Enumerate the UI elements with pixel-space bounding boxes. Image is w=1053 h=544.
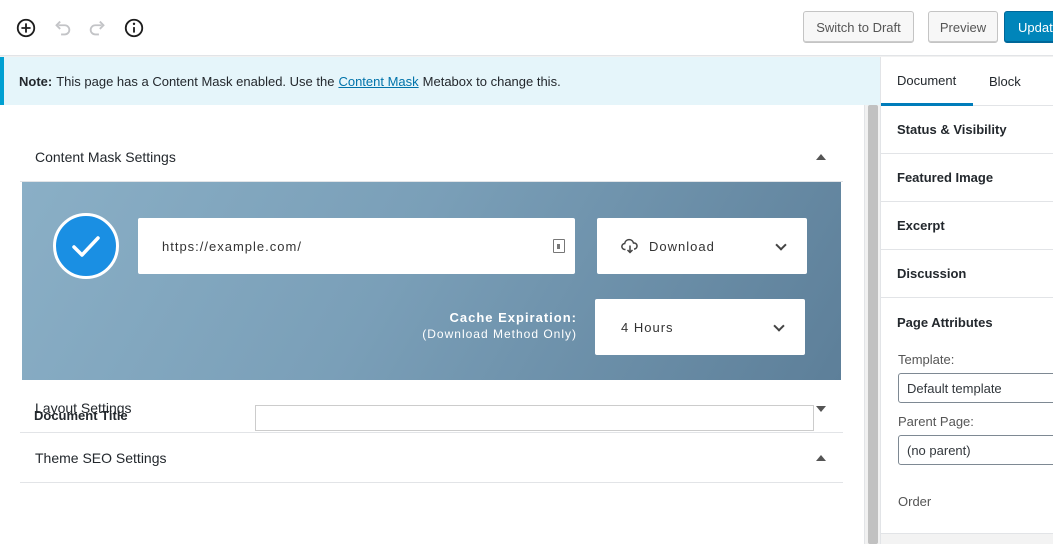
add-block-icon[interactable] — [14, 16, 38, 40]
sidebar-item-featured-image[interactable]: Featured Image — [881, 154, 1053, 202]
order-label: Order — [898, 494, 932, 509]
content-mask-notice: Note: This page has a Content Mask enabl… — [0, 57, 880, 105]
settings-sidebar: Document Block Status & Visibility Featu… — [880, 57, 1053, 544]
content-mask-settings-header[interactable]: Content Mask Settings — [20, 132, 843, 182]
redo-icon[interactable] — [86, 16, 110, 40]
chevron-down-icon — [775, 239, 787, 251]
theme-seo-settings-header[interactable]: Theme SEO Settings — [20, 433, 843, 483]
switch-to-draft-button[interactable]: Switch to Draft — [803, 11, 914, 43]
template-label: Template: — [898, 352, 955, 367]
sidebar-item-excerpt[interactable]: Excerpt — [881, 202, 1053, 250]
tab-document[interactable]: Document — [881, 57, 973, 106]
editor-content: Content Mask Settings https://example.co… — [0, 105, 864, 544]
sidebar-bottom-strip — [881, 533, 1053, 544]
template-select[interactable]: Default template — [898, 373, 1053, 403]
caret-up-icon — [816, 153, 826, 160]
document-title-input[interactable] — [255, 405, 814, 431]
mask-url-input[interactable]: https://example.com/ — [138, 218, 575, 274]
cloud-download-icon — [621, 238, 638, 254]
cache-expiration-value: 4 Hours — [621, 319, 674, 335]
notice-text-after: Metabox to change this. — [422, 73, 561, 89]
document-title-label: Document Title — [34, 408, 128, 423]
caret-up-icon — [816, 454, 826, 461]
editor-toolbar: Switch to Draft Preview Update — [0, 0, 1053, 56]
info-icon[interactable] — [122, 16, 146, 40]
content-scrollbar[interactable] — [864, 105, 880, 544]
content-mask-link[interactable]: Content Mask — [338, 74, 418, 89]
cache-expiration-select[interactable]: 4 Hours — [595, 299, 805, 355]
parent-page-label: Parent Page: — [898, 414, 974, 429]
update-button[interactable]: Update — [1004, 11, 1053, 43]
url-field-icon — [553, 239, 565, 253]
sidebar-item-discussion[interactable]: Discussion — [881, 250, 1053, 298]
chevron-down-icon — [773, 320, 785, 332]
scrollbar-thumb[interactable] — [868, 105, 878, 544]
cache-expiration-label: Cache Expiration: (Download Method Only) — [422, 310, 577, 341]
sidebar-tabs: Document Block — [881, 57, 1053, 106]
caret-down-icon — [816, 405, 826, 412]
content-mask-settings-title: Content Mask Settings — [35, 148, 176, 165]
notice-prefix: Note: — [19, 73, 53, 89]
method-select[interactable]: Download — [597, 218, 807, 274]
theme-seo-settings-title: Theme SEO Settings — [35, 449, 167, 466]
notice-text-before: This page has a Content Mask enabled. Us… — [56, 73, 335, 89]
content-mask-panel: https://example.com/ Download Cache Expi… — [22, 182, 841, 380]
preview-button[interactable]: Preview — [928, 11, 998, 43]
sidebar-item-page-attributes[interactable]: Page Attributes — [881, 298, 1053, 346]
parent-page-select[interactable]: (no parent) — [898, 435, 1053, 465]
method-value: Download — [649, 238, 715, 254]
tab-block[interactable]: Block — [989, 57, 1021, 106]
mask-url-value: https://example.com/ — [162, 238, 302, 254]
sidebar-item-status-visibility[interactable]: Status & Visibility — [881, 106, 1053, 154]
undo-icon[interactable] — [50, 16, 74, 40]
cache-expiration-title: Cache Expiration: — [449, 310, 577, 325]
cache-expiration-subtitle: (Download Method Only) — [422, 327, 577, 341]
checkmark-icon[interactable] — [53, 213, 119, 279]
